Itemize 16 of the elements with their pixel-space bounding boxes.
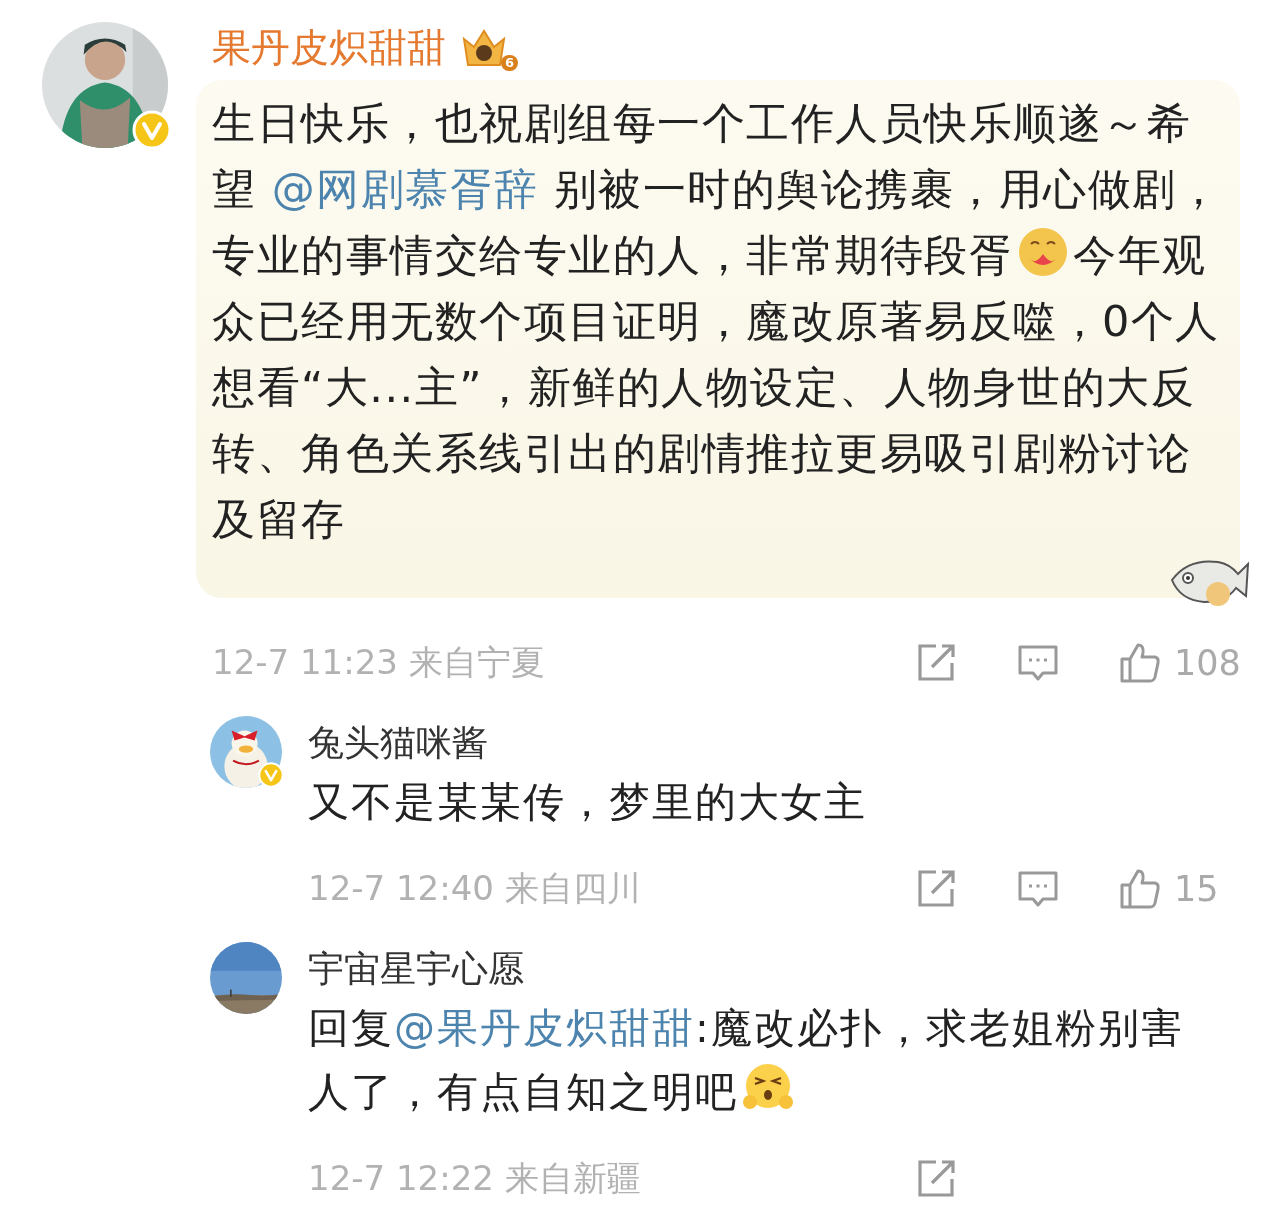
comment-text: 又不是某某传，梦里的大女主 — [308, 777, 868, 828]
username[interactable]: 兔头猫咪酱 — [308, 718, 488, 768]
mention-link[interactable]: @网剧慕胥辞 — [271, 164, 539, 214]
username[interactable]: 宇宙星宇心愿 — [308, 944, 524, 994]
like-button[interactable]: 108 — [1118, 641, 1241, 685]
comment-meta: 12-7 11:23 来自宁夏 — [212, 641, 545, 684]
emoji-icon — [1017, 226, 1069, 278]
thumbs-up-icon — [1118, 867, 1162, 911]
username[interactable]: 果丹皮炽甜甜 — [212, 21, 446, 75]
comment-text: 回复@果丹皮炽甜甜:魔改必扑，求老姐粉别害人了，有点自知之明吧 — [308, 1003, 1185, 1118]
comment-text: 生日快乐，也祝剧组每一个工作人员快乐顺遂～希望 @网剧慕胥辞 别被一时的舆论携裹，用心做剧，专业的事情交给专业的人，非常期待段胥 今年观众已经用无数个项目证明，魔改原著易反噬，0个人想看“大...主”，新鲜的人物设定、人物身世的大反转、角色关系线引出的剧情推拉更易吸引剧粉讨论及留存 — [212, 97, 1223, 546]
like-button[interactable]: 15 — [1118, 867, 1219, 911]
comment-meta: 12-7 12:22 来自新疆 — [308, 1157, 641, 1200]
mention-link[interactable]: @果丹皮炽甜甜 — [394, 1004, 695, 1052]
comment-meta: 12-7 12:40 来自四川 — [308, 867, 641, 910]
thumbs-up-icon — [1118, 641, 1162, 685]
